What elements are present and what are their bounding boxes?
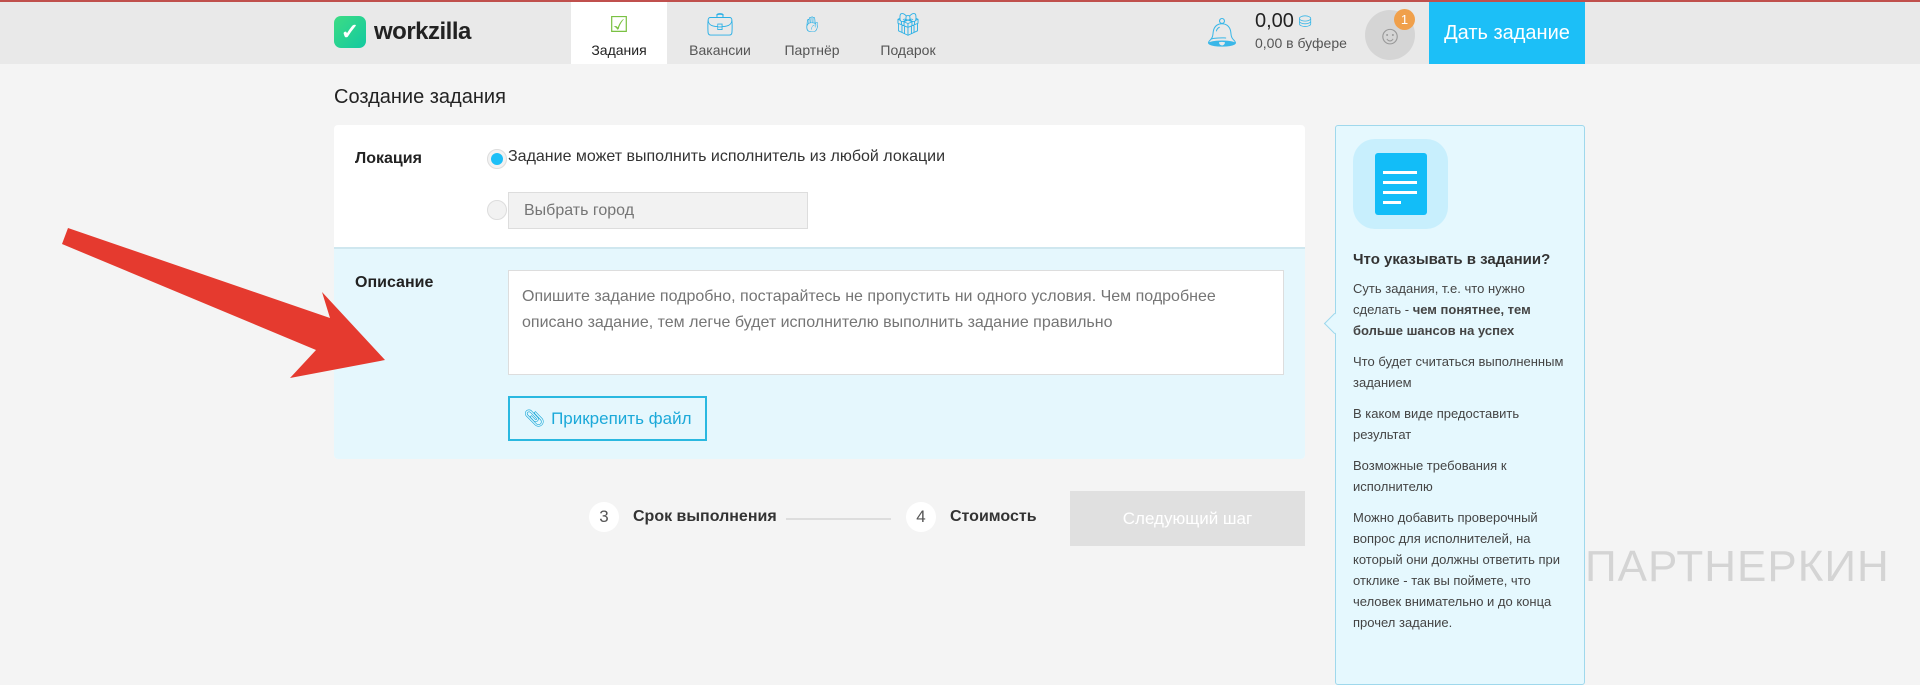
tips-title: Что указывать в задании? <box>1353 251 1551 268</box>
handshake-icon: ✋︎ <box>805 12 819 37</box>
tab-label: Подарок <box>880 42 936 58</box>
task-form-card: Локация Задание может выполнить исполнит… <box>334 125 1305 459</box>
coins-icon: ⛁ <box>1298 14 1312 31</box>
radio-city[interactable] <box>487 200 507 220</box>
description-section: Описание 📎︎Прикрепить файл <box>334 249 1305 459</box>
tip-item: Что будет считаться выполненным заданием <box>1353 354 1564 390</box>
attach-label: Прикрепить файл <box>551 408 692 428</box>
notification-badge: 1 <box>1394 9 1415 30</box>
tip-item: Можно добавить проверочный вопрос для ис… <box>1353 510 1561 630</box>
briefcase-icon: 💼︎ <box>706 12 734 37</box>
radio-any-location[interactable] <box>487 149 507 169</box>
tip-item: Суть задания, т.е. что нужно сделать - ч… <box>1353 278 1567 341</box>
red-arrow-annotation <box>62 228 385 378</box>
tab-label: Задания <box>591 42 647 58</box>
tab-gift[interactable]: 🎁︎ Подарок <box>868 2 948 64</box>
balance[interactable]: 0,00 ⛁ 0,00 в буфере <box>1255 10 1347 51</box>
step-label: Стоимость <box>950 508 1037 525</box>
paperclip-icon: 📎︎ <box>523 408 546 428</box>
city-input[interactable] <box>508 192 808 229</box>
buffer-balance: 0,00 в буфере <box>1255 35 1347 51</box>
tab-label: Партнёр <box>784 42 840 58</box>
bell-icon[interactable]: 🔔︎ <box>1204 16 1240 49</box>
document-icon <box>1353 139 1448 229</box>
watermark: ПАРТНЕРКИН <box>1585 542 1890 591</box>
step-number: 3 <box>589 502 619 532</box>
step-label: Срок выполнения <box>633 508 777 525</box>
tips-sidebar: Что указывать в задании? Суть задания, т… <box>1335 125 1585 685</box>
tab-partner[interactable]: ✋︎ Партнёр <box>772 2 852 64</box>
attach-file-button[interactable]: 📎︎ Прикрепить файл <box>508 396 707 441</box>
any-location-label: Задание может выполнить исполнитель из л… <box>508 148 945 165</box>
tab-tasks[interactable]: ☑ Задания <box>571 2 667 64</box>
location-section: Локация Задание может выполнить исполнит… <box>334 125 1305 249</box>
balance-value: 0,00 <box>1255 10 1294 32</box>
step-price: 4 Стоимость <box>906 502 1037 532</box>
next-step-button[interactable]: Следующий шаг <box>1070 491 1305 546</box>
tab-label: Вакансии <box>689 42 751 58</box>
tip-item: Возможные требования к исполнителю <box>1353 458 1507 494</box>
check-square-icon: ☑ <box>609 12 629 37</box>
tab-vacancies[interactable]: 💼︎ Вакансии <box>675 2 765 64</box>
step-connector <box>786 518 891 520</box>
give-task-button[interactable]: Дать задание <box>1429 2 1585 64</box>
step-deadline: 3 Срок выполнения <box>589 502 777 532</box>
gift-icon: 🎁︎ <box>894 12 922 37</box>
description-textarea[interactable] <box>508 270 1284 375</box>
tip-item: В каком виде предоставить результат <box>1353 406 1520 442</box>
step-number: 4 <box>906 502 936 532</box>
